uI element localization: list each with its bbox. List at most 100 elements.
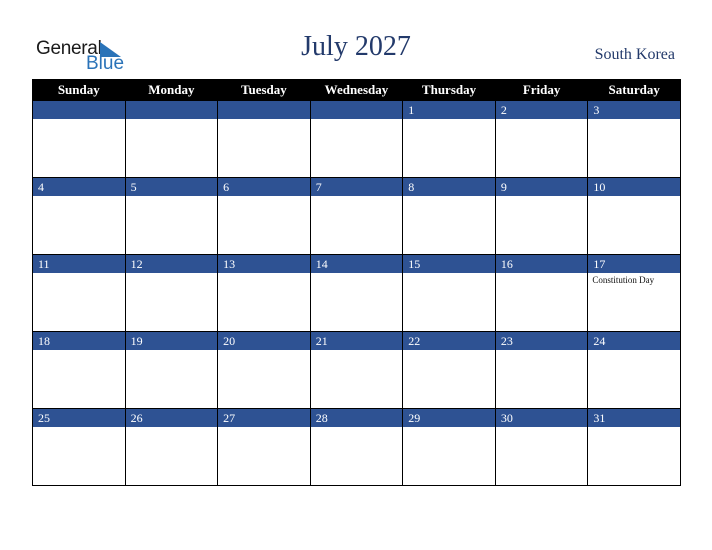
day-cell[interactable] [309, 350, 404, 409]
day-cell[interactable] [402, 196, 496, 255]
holiday-label [403, 427, 495, 431]
day-number: 20 [217, 331, 311, 350]
day-number: 13 [217, 254, 311, 273]
day-cell[interactable] [124, 350, 219, 409]
day-number: 16 [494, 254, 589, 273]
holiday-label [496, 273, 588, 277]
day-number [124, 101, 219, 119]
day-cell[interactable] [217, 196, 311, 255]
holiday-label [403, 196, 495, 200]
holiday-label [126, 196, 218, 200]
weekday-header: Wednesday [309, 79, 404, 101]
day-number: 27 [217, 408, 311, 427]
day-cell[interactable] [494, 350, 589, 409]
week-date-row: 4 5 6 7 8 9 10 [32, 177, 681, 196]
week-date-row: 11 12 13 14 15 16 17 [32, 254, 681, 273]
holiday-label [403, 350, 495, 354]
day-number: 19 [124, 331, 219, 350]
week-event-row: Constitution Day [32, 273, 681, 332]
day-number: 30 [494, 408, 589, 427]
holiday-label [33, 273, 125, 277]
day-number: 1 [402, 101, 496, 119]
day-number [309, 101, 404, 119]
day-cell[interactable] [494, 427, 589, 486]
calendar-grid: Sunday Monday Tuesday Wednesday Thursday… [32, 79, 681, 486]
holiday-label [588, 119, 680, 123]
day-cell[interactable] [587, 196, 681, 255]
day-number: 21 [309, 331, 404, 350]
day-cell[interactable] [402, 427, 496, 486]
day-number: 29 [402, 408, 496, 427]
day-cell[interactable] [124, 119, 219, 178]
holiday-label [496, 196, 588, 200]
holiday-label [496, 427, 588, 431]
day-cell[interactable] [587, 350, 681, 409]
day-number: 11 [32, 254, 126, 273]
day-number: 22 [402, 331, 496, 350]
holiday-label [496, 350, 588, 354]
day-cell[interactable] [309, 427, 404, 486]
weekday-header: Sunday [32, 79, 126, 101]
day-cell[interactable] [32, 350, 126, 409]
day-cell[interactable] [32, 196, 126, 255]
day-cell[interactable] [124, 196, 219, 255]
day-cell[interactable] [32, 119, 126, 178]
weekday-header: Monday [124, 79, 219, 101]
day-number: 18 [32, 331, 126, 350]
day-cell[interactable] [309, 196, 404, 255]
day-cell[interactable] [494, 196, 589, 255]
holiday-label [33, 427, 125, 431]
holiday-label [33, 196, 125, 200]
holiday-label [218, 273, 310, 277]
day-cell[interactable] [494, 119, 589, 178]
week-event-row [32, 427, 681, 486]
day-number: 26 [124, 408, 219, 427]
day-number: 4 [32, 177, 126, 196]
holiday-label [588, 196, 680, 200]
weekday-header: Thursday [402, 79, 496, 101]
holiday-label [403, 119, 495, 123]
country-label: South Korea [594, 46, 675, 63]
holiday-label: Constitution Day [592, 275, 655, 285]
holiday-label [403, 273, 495, 277]
day-cell[interactable] [217, 273, 311, 332]
day-number: 9 [494, 177, 589, 196]
day-cell[interactable] [32, 273, 126, 332]
weekday-header: Tuesday [217, 79, 311, 101]
holiday-label [218, 350, 310, 354]
day-number: 14 [309, 254, 404, 273]
day-cell[interactable] [217, 350, 311, 409]
holiday-label [311, 196, 403, 200]
day-cell[interactable] [124, 273, 219, 332]
holiday-label [311, 119, 403, 123]
day-number: 15 [402, 254, 496, 273]
holiday-label [218, 427, 310, 431]
day-cell[interactable] [124, 427, 219, 486]
day-number: 24 [587, 331, 681, 350]
day-cell[interactable] [217, 119, 311, 178]
day-cell[interactable] [402, 350, 496, 409]
day-number: 3 [587, 101, 681, 119]
day-cell[interactable] [402, 273, 496, 332]
week-event-row [32, 196, 681, 255]
day-number: 8 [402, 177, 496, 196]
day-number: 7 [309, 177, 404, 196]
day-cell[interactable]: Constitution Day [587, 273, 681, 332]
holiday-label [311, 427, 403, 431]
holiday-label [588, 350, 680, 354]
holiday-label [588, 427, 680, 431]
day-cell[interactable] [494, 273, 589, 332]
day-cell[interactable] [217, 427, 311, 486]
holiday-label [311, 350, 403, 354]
day-cell[interactable] [309, 119, 404, 178]
day-cell[interactable] [587, 119, 681, 178]
holiday-label [126, 427, 218, 431]
day-cell[interactable] [402, 119, 496, 178]
day-cell[interactable] [587, 427, 681, 486]
day-number: 23 [494, 331, 589, 350]
day-cell[interactable] [309, 273, 404, 332]
week-date-row: 123 [32, 101, 681, 119]
day-number: 17 [587, 254, 681, 273]
day-number: 5 [124, 177, 219, 196]
day-cell[interactable] [32, 427, 126, 486]
